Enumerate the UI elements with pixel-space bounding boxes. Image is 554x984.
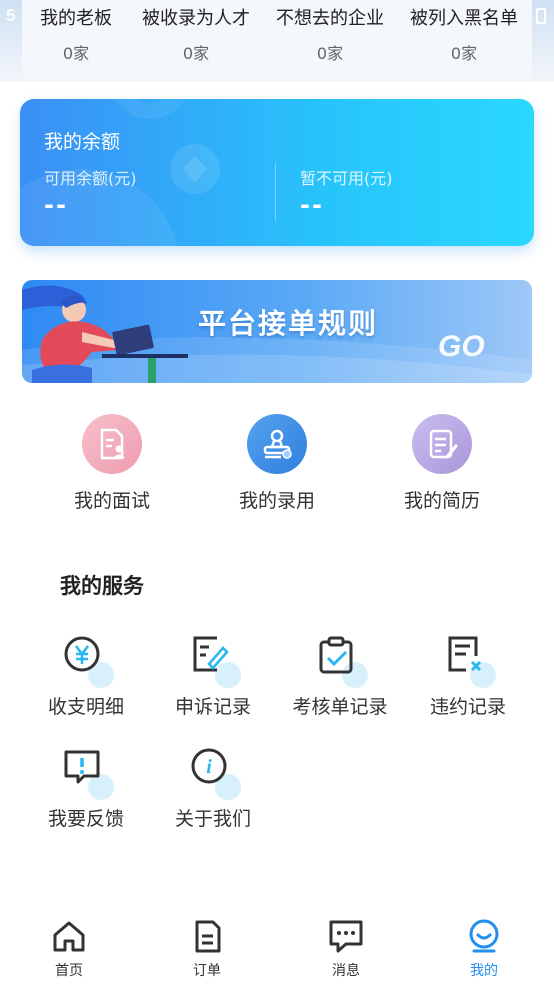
stat-value: 0家: [450, 44, 478, 63]
available-balance-value: --: [44, 191, 68, 219]
service-label: 申诉记录: [174, 696, 251, 718]
service-label: 违约记录: [429, 696, 506, 718]
document-x-icon: [444, 634, 496, 688]
stat-value: 0家: [62, 44, 90, 63]
stats-card: 我的老板 0家 被收录为人才 0家 不想去的企业 0家 被列入黑名单 0家: [22, 0, 532, 80]
profile-icon: [469, 919, 499, 953]
service-label: 考核单记录: [292, 696, 388, 718]
service-label: 关于我们: [174, 808, 251, 830]
quick-link-label: 我的简历: [403, 490, 480, 512]
tab-label: 我的: [470, 963, 498, 979]
tab-label: 订单: [193, 963, 221, 979]
tab-home[interactable]: 首页: [29, 918, 109, 980]
balance-divider: [275, 163, 276, 221]
order-icon: [195, 920, 221, 953]
balance-card[interactable]: 我的余额 可用余额(元) -- 暂不可用(元) --: [20, 99, 534, 246]
stat-talent[interactable]: 被收录为人才 0家: [126, 4, 266, 64]
stat-label: 被列入黑名单: [410, 8, 518, 29]
stat-label: 被收录为人才: [142, 8, 250, 29]
service-income-expense[interactable]: 收支明细: [26, 634, 146, 719]
banner-go-text: GO: [438, 330, 485, 363]
appeal-edit-icon: [189, 634, 241, 688]
tab-messages[interactable]: 消息: [306, 918, 386, 980]
banner-title: 平台接单规则: [198, 307, 379, 340]
stat-label: 我的老板: [40, 8, 112, 29]
my-interview-link[interactable]: 我的面试: [52, 414, 172, 513]
resume-person-icon: [82, 414, 142, 474]
stat-value: 0家: [316, 44, 344, 63]
info-icon: i: [189, 746, 241, 800]
service-feedback[interactable]: 我要反馈: [26, 746, 146, 831]
stat-unwanted-company[interactable]: 不想去的企业 0家: [260, 4, 400, 64]
stat-value: 0家: [182, 44, 210, 63]
service-assessment-records[interactable]: 考核单记录: [280, 634, 400, 719]
rules-banner[interactable]: 平台接单规则 GO: [22, 280, 532, 383]
unavailable-balance-label: 暂不可用(元): [300, 169, 393, 188]
battery-icon: [536, 8, 546, 24]
card-decoration: [110, 99, 190, 119]
home-icon: [53, 921, 85, 952]
stat-label: 不想去的企业: [276, 8, 384, 29]
service-appeal-records[interactable]: 申诉记录: [153, 634, 273, 719]
service-about-us[interactable]: i 关于我们: [153, 746, 273, 831]
stamp-icon: [247, 414, 307, 474]
service-label: 收支明细: [47, 696, 124, 718]
feedback-icon: [62, 746, 114, 800]
services-title: 我的服务: [60, 574, 144, 598]
message-icon: [329, 920, 363, 953]
service-breach-records[interactable]: 违约记录: [408, 634, 528, 719]
bottom-tab-bar: 首页 订单 消息 我的: [0, 910, 554, 984]
my-resume-link[interactable]: 我的简历: [382, 414, 502, 513]
tab-label: 消息: [332, 963, 360, 979]
stat-my-boss[interactable]: 我的老板 0家: [6, 4, 146, 64]
my-hire-link[interactable]: 我的录用: [217, 414, 337, 513]
document-edit-icon: [412, 414, 472, 474]
quick-link-label: 我的面试: [73, 490, 150, 512]
tab-orders[interactable]: 订单: [167, 918, 247, 980]
service-label: 我要反馈: [47, 808, 124, 830]
unavailable-balance-value: --: [300, 191, 324, 219]
yuan-icon: [62, 634, 114, 688]
tab-label: 首页: [55, 963, 83, 979]
balance-title: 我的余额: [44, 131, 121, 153]
quick-link-label: 我的录用: [238, 490, 315, 512]
svg-text:i: i: [206, 756, 212, 778]
clipboard-check-icon: [316, 634, 368, 688]
status-time: 5: [6, 6, 16, 25]
tab-profile[interactable]: 我的: [444, 918, 524, 980]
stat-blacklisted[interactable]: 被列入黑名单 0家: [394, 4, 534, 64]
available-balance-label: 可用余额(元): [44, 169, 137, 188]
